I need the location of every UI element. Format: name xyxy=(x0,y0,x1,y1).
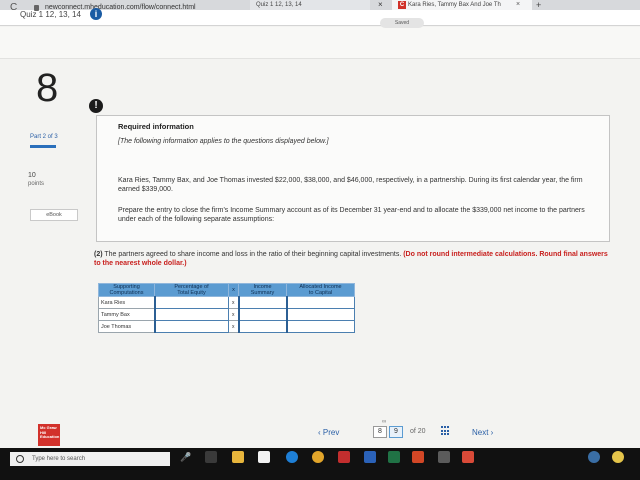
part-label: Part 2 of 3 xyxy=(30,134,58,140)
new-tab-button[interactable]: + xyxy=(536,0,541,10)
file-explorer-icon[interactable] xyxy=(232,451,244,463)
table-header-row: Supporting Computations Percentage of Tota… xyxy=(98,283,355,297)
word-icon[interactable] xyxy=(364,451,376,463)
next-button[interactable]: Next › xyxy=(472,428,493,437)
allocated-income-input[interactable] xyxy=(285,320,355,333)
multiply-sign: x xyxy=(228,320,239,333)
browser-tab-active[interactable]: Kara Ries, Tammy Bax And Joe Th xyxy=(392,0,532,10)
prev-button[interactable]: ‹ Prev xyxy=(318,428,339,437)
tab-close-icon[interactable]: × xyxy=(378,0,383,10)
allocated-income-input[interactable] xyxy=(285,296,355,309)
partner-name: Kara Ries xyxy=(98,296,155,309)
pdf-icon[interactable] xyxy=(338,451,350,463)
question-number: 8 xyxy=(36,66,59,110)
required-info-paragraph: Prepare the entry to close the firm's In… xyxy=(118,207,585,223)
ebook-button[interactable]: eBook xyxy=(30,209,78,221)
col-header-x: x xyxy=(228,283,239,297)
microphone-icon[interactable]: 🎤 xyxy=(180,452,191,463)
quiz-title: Quiz 1 12, 13, 14 xyxy=(20,10,81,19)
income-summary-input[interactable] xyxy=(237,308,287,321)
edge-icon[interactable] xyxy=(286,451,298,463)
powerpoint-icon[interactable] xyxy=(412,451,424,463)
multiply-sign: x xyxy=(228,296,239,309)
part-progress-bar xyxy=(30,145,56,148)
grid-view-icon[interactable] xyxy=(441,426,451,436)
browser-tab-quiz[interactable]: Quiz 1 12, 13, 14 xyxy=(250,0,370,10)
required-info-note: [The following information applies to th… xyxy=(118,138,329,145)
reload-icon[interactable]: C xyxy=(10,1,17,15)
task-view-icon[interactable] xyxy=(205,451,217,463)
col-header-supporting: Supporting Computations xyxy=(98,283,155,297)
mcgraw-hill-logo: Mc Graw Hill Education xyxy=(38,424,60,446)
multiply-sign: x xyxy=(228,308,239,321)
question-lead: (2) xyxy=(94,251,103,258)
question-body: The partners agreed to share income and … xyxy=(102,251,404,258)
income-summary-input[interactable] xyxy=(237,320,287,333)
pager-link-icon: ∞ xyxy=(382,419,387,425)
income-summary-input[interactable] xyxy=(237,296,287,309)
percentage-input[interactable] xyxy=(153,296,229,309)
question-text: (2) The partners agreed to share income … xyxy=(94,250,614,268)
table-row: Tammy Bax x xyxy=(98,308,355,321)
info-icon[interactable]: i xyxy=(90,8,102,20)
tab-close-icon[interactable]: × xyxy=(516,0,520,10)
page-button-9[interactable]: 9 xyxy=(389,426,403,438)
points-value: 10 xyxy=(28,172,36,179)
cortana-icon[interactable] xyxy=(16,455,24,463)
table-row: Kara Ries x xyxy=(98,296,355,309)
col-header-allocated: Allocated Income to Capital xyxy=(286,283,355,297)
store-icon[interactable] xyxy=(258,451,270,463)
app-icon[interactable] xyxy=(438,451,450,463)
page-total: of 20 xyxy=(410,428,426,435)
tray-icon[interactable] xyxy=(588,451,600,463)
percentage-input[interactable] xyxy=(153,308,229,321)
app-icon[interactable] xyxy=(462,451,474,463)
connect-favicon-icon: C xyxy=(398,1,406,9)
chrome-icon[interactable] xyxy=(312,451,324,463)
alert-icon: ! xyxy=(89,99,103,113)
table-row: Joe Thomas x xyxy=(98,320,355,333)
col-header-percentage: Percentage of Total Equity xyxy=(154,283,229,297)
excel-icon[interactable] xyxy=(388,451,400,463)
required-info-title: Required information xyxy=(118,122,194,131)
points-label: points xyxy=(28,181,45,187)
required-info-paragraph: Kara Ries, Tammy Bax, and Joe Thomas inv… xyxy=(118,177,583,193)
col-header-income-summary: Income Summary xyxy=(238,283,287,297)
taskbar-search-placeholder: Type here to search xyxy=(32,456,86,462)
saved-badge: Saved xyxy=(380,18,424,28)
allocated-income-input[interactable] xyxy=(285,308,355,321)
supporting-computations-table: Supporting Computations Percentage of Tota… xyxy=(98,283,355,333)
page-button-8[interactable]: 8 xyxy=(373,426,387,438)
tray-icon[interactable] xyxy=(612,451,624,463)
percentage-input[interactable] xyxy=(153,320,229,333)
quiz-header xyxy=(0,27,640,59)
partner-name: Joe Thomas xyxy=(98,320,155,333)
partner-name: Tammy Bax xyxy=(98,308,155,321)
